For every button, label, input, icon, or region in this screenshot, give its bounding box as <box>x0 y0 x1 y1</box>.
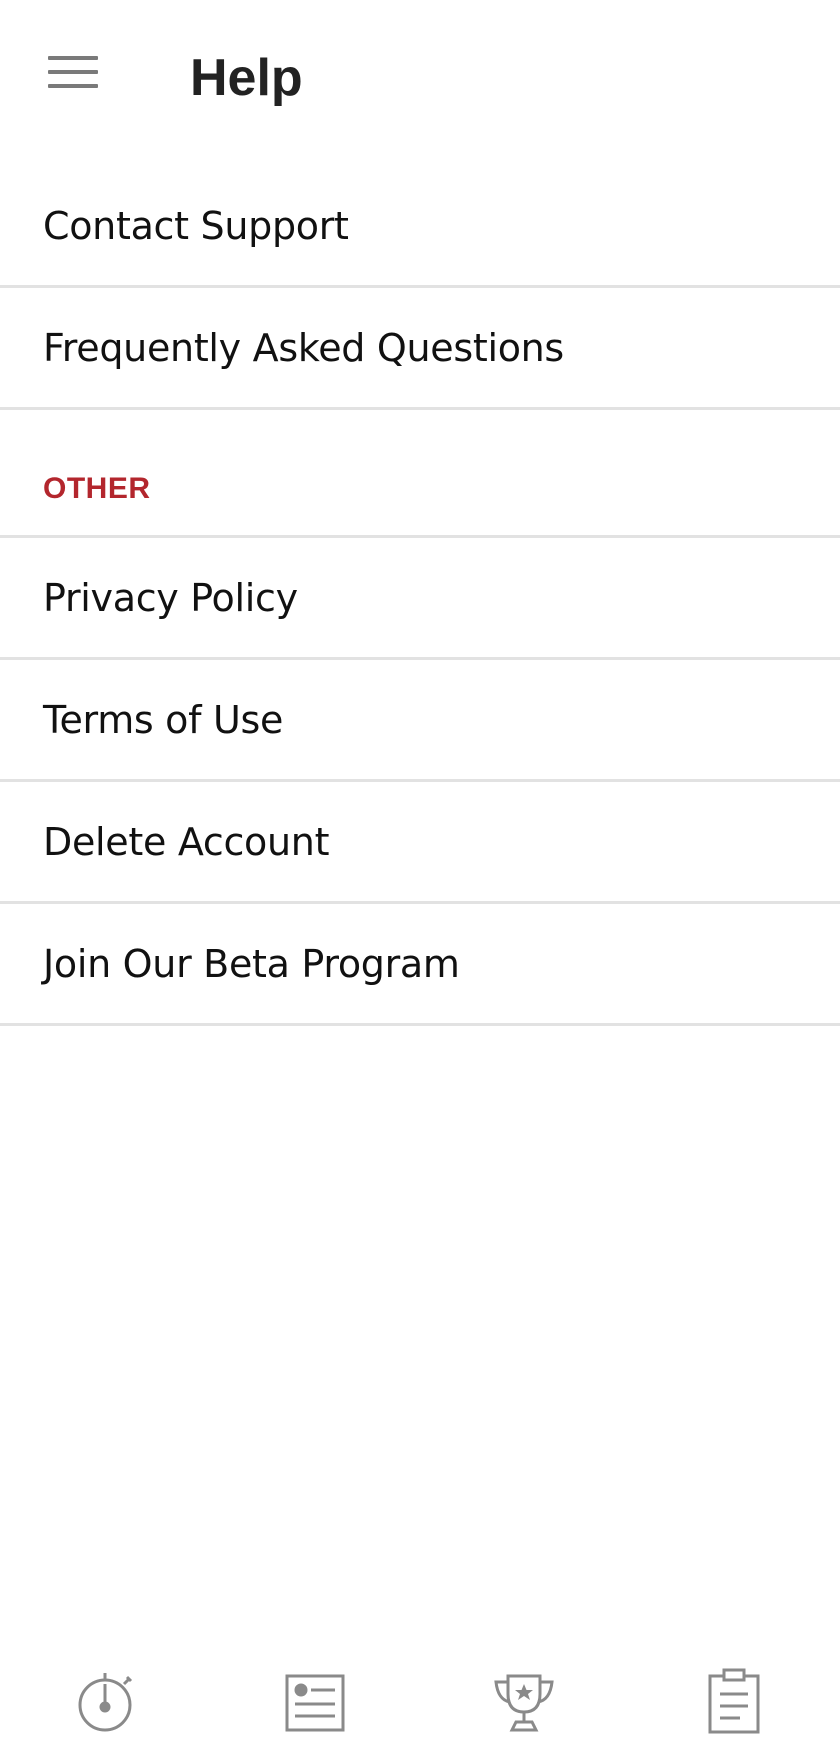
news-article-icon[interactable] <box>275 1660 355 1740</box>
delete-account-item[interactable]: Delete Account <box>0 782 840 904</box>
terms-of-use-item[interactable]: Terms of Use <box>0 660 840 782</box>
stopwatch-icon[interactable] <box>65 1660 145 1740</box>
trophy-icon[interactable] <box>484 1660 564 1740</box>
other-section-header: OTHER <box>0 410 840 538</box>
terms-of-use-label: Terms of Use <box>43 697 284 742</box>
clipboard-icon[interactable] <box>694 1660 774 1740</box>
join-beta-program-label: Join Our Beta Program <box>43 941 460 986</box>
privacy-policy-label: Privacy Policy <box>43 575 298 620</box>
join-beta-program-item[interactable]: Join Our Beta Program <box>0 904 840 1026</box>
hamburger-menu-icon[interactable] <box>44 50 100 98</box>
bottom-navigation <box>0 1640 840 1756</box>
contact-support-label: Contact Support <box>43 203 349 248</box>
faq-item[interactable]: Frequently Asked Questions <box>0 288 840 410</box>
app-header: Help <box>0 0 840 160</box>
page-title: Help <box>190 49 303 107</box>
help-menu-list: Contact Support Frequently Asked Questio… <box>0 166 840 1026</box>
faq-label: Frequently Asked Questions <box>43 325 564 370</box>
delete-account-label: Delete Account <box>43 819 330 864</box>
contact-support-item[interactable]: Contact Support <box>0 166 840 288</box>
privacy-policy-item[interactable]: Privacy Policy <box>0 538 840 660</box>
section-heading-other: OTHER <box>43 472 151 505</box>
